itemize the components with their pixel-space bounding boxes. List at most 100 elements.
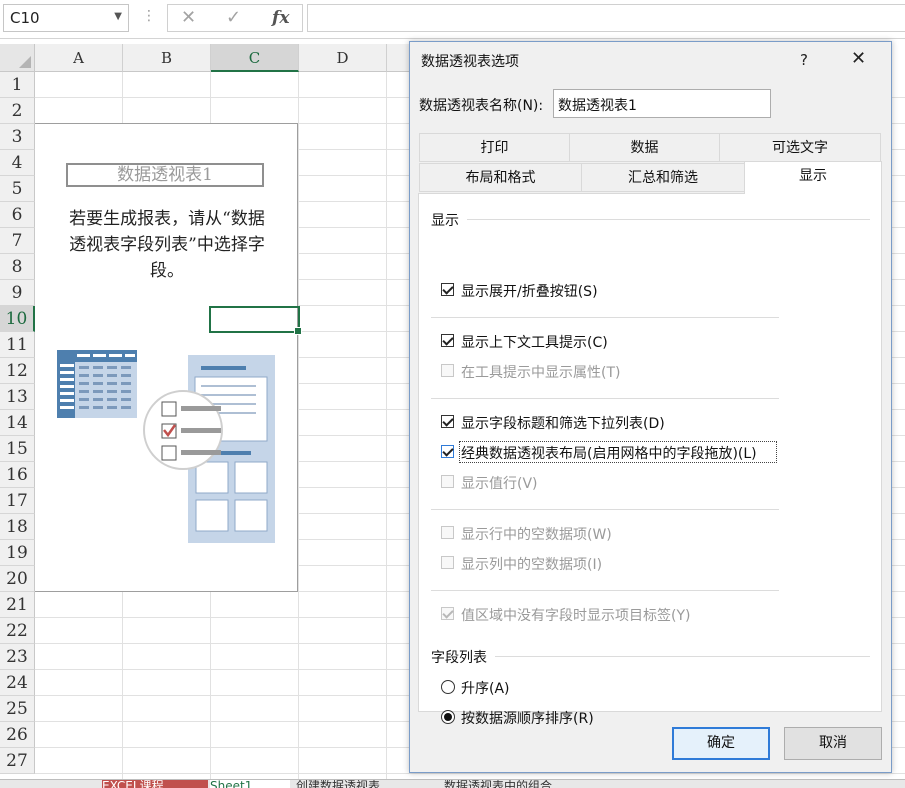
option-label: 显示上下文工具提示(C) (461, 335, 608, 351)
fill-handle[interactable] (294, 327, 302, 335)
column-header-c[interactable]: C (211, 44, 299, 72)
pivot-hint-line: 透视表字段列表”中选择字 (69, 235, 265, 255)
divider (431, 398, 779, 399)
row-header[interactable]: 10 (0, 306, 35, 332)
row-header[interactable]: 3 (0, 124, 35, 150)
pivot-placeholder-hint: 若要生成报表，请从“数据 透视表字段列表”中选择字 段。 (43, 206, 291, 284)
divider (467, 219, 870, 220)
row-header[interactable]: 12 (0, 358, 35, 384)
checkbox (441, 475, 454, 488)
pivot-placeholder-title: 数据透视表1 (66, 163, 264, 187)
option-label: 显示值行(V) (461, 476, 538, 492)
pivot-hint-line: 段。 (150, 261, 184, 281)
section-field-list-label: 字段列表 (431, 650, 487, 666)
row-header[interactable]: 14 (0, 410, 35, 436)
grid-line (35, 773, 905, 774)
tab-layout-format[interactable]: 布局和格式 (419, 163, 582, 192)
tab-data[interactable]: 数据 (569, 133, 720, 162)
tab-totals-filters[interactable]: 汇总和筛选 (581, 163, 745, 192)
row-header[interactable]: 13 (0, 384, 35, 410)
radio-button[interactable] (441, 710, 455, 724)
pivot-options-dialog: 数据透视表选项 ? ✕ 数据透视表名称(N): 数据透视表1 打印 数据 可选文… (409, 41, 892, 773)
divider (431, 509, 779, 510)
formula-buttons: ✕ ✓ fx (167, 4, 303, 32)
tab-alt-text[interactable]: 可选文字 (719, 133, 881, 162)
divider (431, 590, 779, 591)
checkbox (441, 526, 454, 539)
row-header[interactable]: 8 (0, 254, 35, 280)
pivot-name-input[interactable]: 数据透视表1 (553, 89, 771, 118)
tab-display[interactable]: 显示 (744, 161, 882, 194)
row-header[interactable]: 11 (0, 332, 35, 358)
pivot-illustration-icon (57, 350, 275, 543)
pivot-hint-line: 若要生成报表，请从“数据 (69, 209, 265, 229)
grid-line (386, 72, 387, 779)
divider (495, 656, 870, 657)
cancel-button[interactable]: 取消 (784, 727, 882, 760)
option-label: 显示行中的空数据项(W) (461, 527, 612, 543)
checkbox[interactable] (441, 334, 454, 347)
insert-function-icon[interactable]: fx (272, 8, 289, 28)
display-tab-panel: 显示 显示展开/折叠按钮(S) 显示上下文工具提示(C) 在工具提示中显示属性(… (418, 193, 882, 727)
option-label: 值区域中没有字段时显示项目标签(Y) (461, 608, 691, 624)
row-header[interactable]: 19 (0, 540, 35, 566)
drag-handle-icon[interactable]: ⋮ (142, 8, 156, 24)
checkbox (441, 364, 454, 377)
grid-line (298, 72, 299, 779)
option-label: 按数据源顺序排序(R) (461, 711, 594, 727)
pivot-name-label: 数据透视表名称(N): (419, 98, 544, 114)
tab-print[interactable]: 打印 (419, 133, 570, 162)
row-header[interactable]: 18 (0, 514, 35, 540)
checkbox[interactable] (441, 415, 454, 428)
select-all-icon (19, 56, 31, 68)
chevron-down-icon[interactable]: ▼ (114, 11, 122, 22)
radio-button[interactable] (441, 680, 455, 694)
pivot-name-value: 数据透视表1 (558, 98, 637, 114)
row-header[interactable]: 22 (0, 618, 35, 644)
row-header[interactable]: 25 (0, 696, 35, 722)
checkbox[interactable] (441, 445, 454, 458)
column-header-b[interactable]: B (123, 44, 211, 72)
divider (431, 317, 779, 318)
option-label: 经典数据透视表布局(启用网格中的字段拖放)(L) (461, 446, 757, 462)
row-header[interactable]: 20 (0, 566, 35, 592)
row-header[interactable]: 7 (0, 228, 35, 254)
option-label: 显示展开/折叠按钮(S) (461, 284, 598, 300)
row-header[interactable]: 4 (0, 150, 35, 176)
name-box-value: C10 (10, 9, 40, 27)
name-box[interactable]: C10 ▼ (3, 4, 129, 32)
checkbox (441, 607, 454, 620)
row-header[interactable]: 23 (0, 644, 35, 670)
option-label: 在工具提示中显示属性(T) (461, 365, 621, 381)
section-display-label: 显示 (431, 213, 459, 229)
active-cell-c10[interactable] (209, 306, 302, 335)
row-header[interactable]: 21 (0, 592, 35, 618)
row-header[interactable]: 27 (0, 748, 35, 774)
ok-button[interactable]: 确定 (672, 727, 770, 760)
checkbox (441, 556, 454, 569)
row-header[interactable]: 16 (0, 462, 35, 488)
row-header[interactable]: 2 (0, 98, 35, 124)
formula-bar: C10 ▼ ⋮ ✕ ✓ fx (0, 0, 905, 39)
formula-input[interactable] (307, 4, 905, 32)
row-header[interactable]: 26 (0, 722, 35, 748)
option-label: 显示字段标题和筛选下拉列表(D) (461, 416, 665, 432)
select-all-corner[interactable] (0, 44, 35, 72)
enter-icon[interactable]: ✓ (226, 7, 241, 28)
checkbox[interactable] (441, 283, 454, 296)
option-label: 显示列中的空数据项(I) (461, 557, 603, 573)
row-header[interactable]: 9 (0, 280, 35, 306)
row-header[interactable]: 5 (0, 176, 35, 202)
row-header[interactable]: 24 (0, 670, 35, 696)
row-header[interactable]: 17 (0, 488, 35, 514)
row-header[interactable]: 1 (0, 72, 35, 98)
dialog-title: 数据透视表选项 (421, 54, 519, 70)
close-icon[interactable]: ✕ (851, 48, 866, 69)
cancel-icon[interactable]: ✕ (181, 7, 196, 28)
row-header[interactable]: 15 (0, 436, 35, 462)
column-header-d[interactable]: D (299, 44, 387, 72)
row-header[interactable]: 6 (0, 202, 35, 228)
option-label: 升序(A) (461, 681, 510, 697)
help-button[interactable]: ? (800, 51, 808, 69)
column-header-a[interactable]: A (35, 44, 123, 72)
